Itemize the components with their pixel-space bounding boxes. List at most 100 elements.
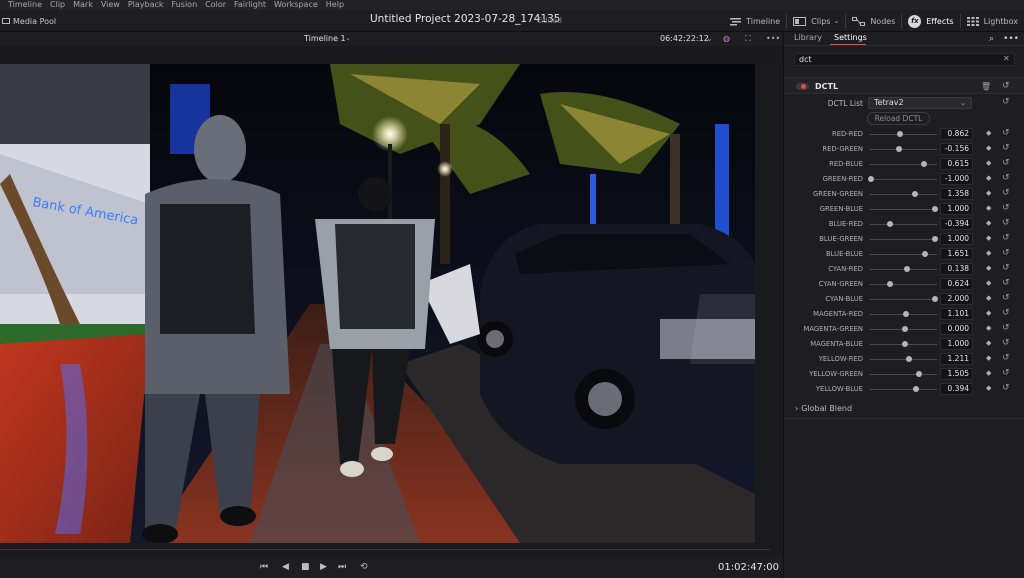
loop-icon[interactable]: ⟲ xyxy=(360,562,368,572)
keyframe-icon[interactable]: ◆ xyxy=(986,354,991,362)
reset-icon[interactable]: ↺ xyxy=(1002,263,1010,273)
param-slider[interactable] xyxy=(870,299,937,300)
menu-item-fusion[interactable]: Fusion xyxy=(172,0,198,10)
media-pool-button[interactable]: Media Pool xyxy=(0,10,56,32)
reset-icon[interactable]: ↺ xyxy=(1002,218,1010,228)
reset-icon[interactable]: ↺ xyxy=(1002,368,1010,378)
close-icon[interactable]: ✕ xyxy=(1003,54,1010,63)
nav-timeline-button[interactable]: Timeline xyxy=(724,10,786,32)
reset-icon[interactable]: ↺ xyxy=(1002,323,1010,333)
param-slider-handle[interactable] xyxy=(931,296,938,302)
param-value-field[interactable]: -0.156 xyxy=(940,143,973,155)
scrubber-track[interactable] xyxy=(0,549,770,550)
param-slider[interactable] xyxy=(870,179,937,180)
keyframe-icon[interactable]: ◆ xyxy=(986,219,991,227)
param-slider-handle[interactable] xyxy=(912,386,919,392)
param-slider-handle[interactable] xyxy=(911,191,918,197)
menu-item-workspace[interactable]: Workspace xyxy=(274,0,318,10)
menu-item-mark[interactable]: Mark xyxy=(73,0,93,10)
menu-item-help[interactable]: Help xyxy=(326,0,344,10)
keyframe-icon[interactable]: ◆ xyxy=(986,384,991,392)
param-slider-handle[interactable] xyxy=(921,251,928,257)
reset-icon[interactable]: ↺ xyxy=(1002,143,1010,153)
param-slider-handle[interactable] xyxy=(903,266,910,272)
param-slider-handle[interactable] xyxy=(915,371,922,377)
go-to-start-icon[interactable]: ⏮ xyxy=(260,562,268,572)
param-slider[interactable] xyxy=(870,134,937,135)
param-slider-handle[interactable] xyxy=(920,161,927,167)
param-value-field[interactable]: 1.000 xyxy=(940,203,973,215)
keyframe-icon[interactable]: ◆ xyxy=(986,324,991,332)
menu-item-view[interactable]: View xyxy=(101,0,120,10)
param-slider[interactable] xyxy=(870,194,937,195)
reset-icon[interactable]: ↺ xyxy=(1002,278,1010,288)
dctl-list-dropdown[interactable]: Tetrav2 ⌄ xyxy=(868,97,972,109)
menu-item-playback[interactable]: Playback xyxy=(128,0,164,10)
param-value-field[interactable]: 0.862 xyxy=(940,128,973,140)
color-wheel-icon[interactable]: ◍ xyxy=(723,34,730,43)
nav-lightbox-button[interactable]: Lightbox xyxy=(961,10,1024,32)
param-slider[interactable] xyxy=(870,239,937,240)
keyframe-icon[interactable]: ◆ xyxy=(986,144,991,152)
fullscreen-icon[interactable]: ⛶ xyxy=(745,34,751,44)
param-value-field[interactable]: 1.651 xyxy=(940,248,973,260)
keyframe-icon[interactable]: ◆ xyxy=(986,309,991,317)
search-icon[interactable]: ⌕ xyxy=(989,34,994,44)
nav-effects-button[interactable]: fx Effects xyxy=(902,10,959,32)
reset-icon[interactable]: ↺ xyxy=(1002,383,1010,393)
chevron-down-icon[interactable]: ⌄ xyxy=(706,34,713,43)
param-slider-handle[interactable] xyxy=(931,236,938,242)
param-value-field[interactable]: 2.000 xyxy=(940,293,973,305)
timeline-selector[interactable]: Timeline 1 xyxy=(304,34,346,43)
param-slider[interactable] xyxy=(870,359,937,360)
reset-icon[interactable]: ↺ xyxy=(1002,158,1010,168)
nav-clips-button[interactable]: Clips ⌄ xyxy=(787,10,845,32)
param-slider-handle[interactable] xyxy=(901,341,908,347)
param-slider-handle[interactable] xyxy=(895,146,902,152)
more-options-icon[interactable]: ••• xyxy=(766,34,780,43)
param-slider[interactable] xyxy=(870,224,937,225)
reset-icon[interactable]: ↺ xyxy=(1002,308,1010,318)
param-slider-handle[interactable] xyxy=(887,281,894,287)
param-value-field[interactable]: 0.138 xyxy=(940,263,973,275)
tab-library[interactable]: Library xyxy=(794,33,822,42)
keyframe-icon[interactable]: ◆ xyxy=(986,264,991,272)
scrubber-bar[interactable] xyxy=(0,543,783,557)
keyframe-icon[interactable]: ◆ xyxy=(986,174,991,182)
keyframe-icon[interactable]: ◆ xyxy=(986,189,991,197)
nav-nodes-button[interactable]: Nodes xyxy=(846,10,901,32)
global-blend-section[interactable]: › Global Blend xyxy=(795,404,852,413)
reset-icon[interactable]: ↺ xyxy=(1002,128,1010,138)
param-slider-handle[interactable] xyxy=(887,221,894,227)
keyframe-icon[interactable]: ◆ xyxy=(986,204,991,212)
stop-icon[interactable]: ■ xyxy=(301,562,310,572)
param-slider-handle[interactable] xyxy=(868,176,875,182)
search-input[interactable] xyxy=(794,53,1015,66)
param-value-field[interactable]: 0.394 xyxy=(940,383,973,395)
param-slider-handle[interactable] xyxy=(905,356,912,362)
reset-icon[interactable]: ↺ xyxy=(1002,293,1010,303)
go-to-end-icon[interactable]: ⏭ xyxy=(338,562,346,572)
reset-icon[interactable]: ↺ xyxy=(1002,338,1010,348)
trash-icon[interactable]: 🗑 xyxy=(981,82,991,91)
video-viewer[interactable]: Bank of America xyxy=(0,64,755,543)
keyframe-icon[interactable]: ◆ xyxy=(986,339,991,347)
effect-enable-toggle[interactable] xyxy=(796,83,809,90)
param-slider[interactable] xyxy=(870,374,937,375)
param-slider[interactable] xyxy=(870,389,937,390)
reset-icon[interactable]: ↺ xyxy=(1002,353,1010,363)
menu-item-fairlight[interactable]: Fairlight xyxy=(234,0,266,10)
param-value-field[interactable]: 1.101 xyxy=(940,308,973,320)
keyframe-icon[interactable]: ◆ xyxy=(986,279,991,287)
param-value-field[interactable]: 0.000 xyxy=(940,323,973,335)
param-value-field[interactable]: -1.000 xyxy=(940,173,973,185)
keyframe-icon[interactable]: ◆ xyxy=(986,234,991,242)
keyframe-icon[interactable]: ◆ xyxy=(986,369,991,377)
menu-item-timeline[interactable]: Timeline xyxy=(8,0,42,10)
param-slider-handle[interactable] xyxy=(902,311,909,317)
chevron-down-icon[interactable]: ⌄ xyxy=(345,34,351,42)
param-value-field[interactable]: -0.394 xyxy=(940,218,973,230)
reset-icon[interactable]: ↺ xyxy=(1002,97,1010,107)
tab-settings[interactable]: Settings xyxy=(834,33,867,42)
keyframe-icon[interactable]: ◆ xyxy=(986,249,991,257)
